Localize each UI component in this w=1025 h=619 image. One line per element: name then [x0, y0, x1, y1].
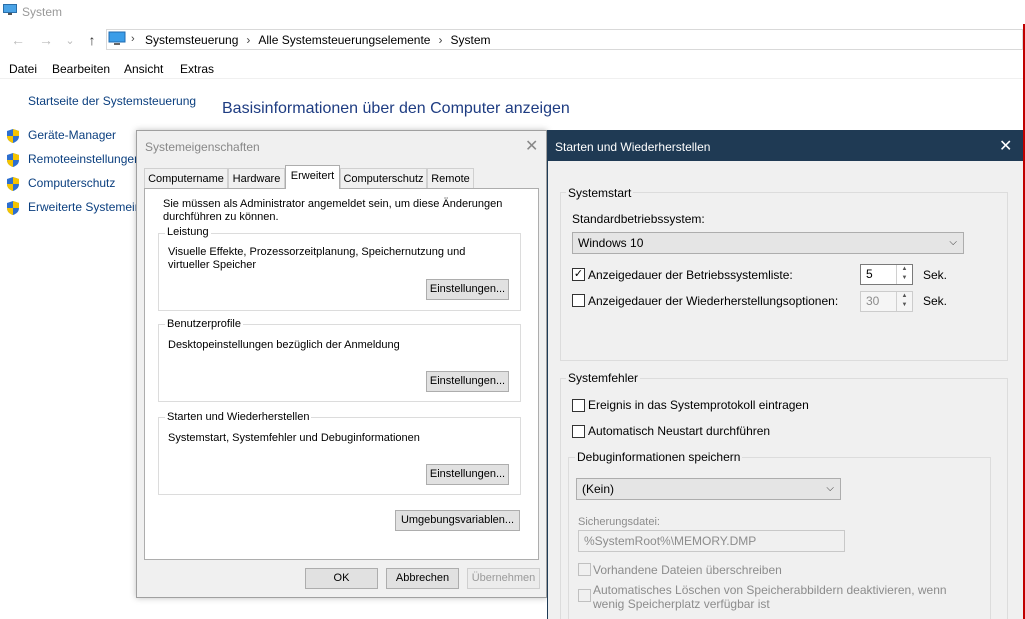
close-icon[interactable]: ✕: [999, 136, 1012, 156]
sidebar-item-label: Geräte-Manager: [28, 128, 117, 143]
dialog-title: Starten und Wiederherstellen: [555, 140, 711, 154]
group-text-starten-wiederherstellen: Systemstart, Systemfehler und Debuginfor…: [168, 432, 420, 444]
disable-autodelete-checkbox[interactable]: [578, 589, 591, 602]
default-os-label: Standardbetriebssystem:: [572, 212, 705, 226]
overwrite-checkbox[interactable]: [578, 563, 591, 576]
dumpfile-label: Sicherungsdatei:: [578, 516, 660, 528]
admin-note: Sie müssen als Administrator angemeldet …: [163, 198, 503, 223]
disable-autodelete-label: Automatisches Löschen von Speicherabbild…: [593, 583, 947, 611]
debug-type-value: (Kein): [582, 482, 615, 496]
up-button[interactable]: ↑: [82, 32, 102, 48]
breadcrumb-item-system[interactable]: System: [450, 33, 490, 47]
os-list-checkbox[interactable]: ✓: [572, 268, 585, 281]
menu-bearbeiten[interactable]: Bearbeiten: [52, 62, 110, 76]
spin-arrows-icon[interactable]: ▲ ▼: [896, 292, 912, 311]
uac-shield-icon: [7, 153, 19, 167]
tab-remote[interactable]: Remote: [427, 168, 474, 188]
menu-datei[interactable]: Datei: [9, 62, 37, 76]
benutzerprofile-settings-button[interactable]: Einstellungen...: [426, 371, 509, 392]
breadcrumb-item-systemsteuerung[interactable]: Systemsteuerung: [145, 33, 238, 47]
computer-icon: [3, 4, 17, 15]
environment-variables-button[interactable]: Umgebungsvariablen...: [395, 510, 520, 531]
back-button[interactable]: ←: [8, 32, 28, 48]
sidebar-item-label: Remoteeinstellungen: [28, 152, 141, 167]
title-bar: [0, 0, 1025, 24]
log-event-label: Ereignis in das Systemprotokoll eintrage…: [588, 398, 809, 412]
spin-arrows-icon[interactable]: ▲ ▼: [896, 265, 912, 284]
recovery-unit: Sek.: [923, 294, 948, 308]
menu-extras[interactable]: Extras: [180, 62, 214, 76]
default-os-value: Windows 10: [578, 236, 644, 250]
window-title: System: [22, 5, 63, 19]
sidebar-item-computerschutz[interactable]: Computerschutz: [5, 176, 115, 192]
sidebar-item-label: Computerschutz: [28, 176, 116, 191]
recovery-label: Anzeigedauer der Wiederherstellungsoptio…: [588, 294, 839, 308]
apply-button[interactable]: Übernehmen: [467, 568, 540, 589]
group-text-benutzerprofile: Desktopeinstellungen bezüglich der Anmel…: [168, 339, 400, 351]
uac-shield-icon: [7, 201, 19, 215]
auto-restart-label: Automatisch Neustart durchführen: [588, 424, 771, 438]
starten-settings-button[interactable]: Einstellungen...: [426, 464, 509, 485]
group-label-debuginfo: Debuginformationen speichern: [575, 450, 743, 464]
breadcrumb-chevron-icon: ›: [246, 33, 251, 47]
dialog-title: Systemeigenschaften: [145, 140, 260, 154]
group-label-starten-wiederherstellen: Starten und Wiederherstellen: [165, 411, 312, 423]
forward-button[interactable]: →: [36, 32, 56, 48]
cancel-button[interactable]: Abbrechen: [386, 568, 459, 589]
recovery-seconds-input[interactable]: 30 ▲ ▼: [860, 291, 913, 312]
chevron-down-icon: ⌵: [826, 483, 834, 494]
group-label-benutzerprofile: Benutzerprofile: [165, 318, 243, 330]
auto-restart-checkbox[interactable]: [572, 425, 585, 438]
control-panel-icon: [108, 31, 126, 45]
tab-hardware[interactable]: Hardware: [228, 168, 285, 188]
recovery-checkbox[interactable]: [572, 294, 585, 307]
overwrite-label: Vorhandene Dateien überschreiben: [593, 563, 782, 577]
breadcrumb: Systemsteuerung › Alle Systemsteuerungsele…: [145, 33, 491, 47]
os-list-seconds-value: 5: [866, 267, 873, 281]
tab-computerschutz[interactable]: Computerschutz: [340, 168, 427, 188]
tab-erweitert[interactable]: Erweitert: [285, 165, 340, 189]
chevron-down-icon: ⌵: [949, 237, 957, 248]
recovery-seconds-value: 30: [866, 294, 880, 308]
uac-shield-icon: [7, 177, 19, 191]
menu-ansicht[interactable]: Ansicht: [124, 62, 163, 76]
os-list-unit: Sek.: [923, 268, 948, 282]
dumpfile-input[interactable]: %SystemRoot%\MEMORY.DMP: [578, 530, 845, 552]
debug-type-select[interactable]: (Kein) ⌵: [576, 478, 841, 500]
breadcrumb-item-alle-elemente[interactable]: Alle Systemsteuerungselemente: [258, 33, 430, 47]
log-event-checkbox[interactable]: [572, 399, 585, 412]
group-label-systemfehler: Systemfehler: [566, 371, 641, 385]
ok-button[interactable]: OK: [305, 568, 378, 589]
group-label-leistung: Leistung: [165, 226, 211, 238]
os-list-label: Anzeigedauer der Betriebssystemliste:: [588, 268, 793, 282]
control-panel-home-link[interactable]: Startseite der Systemsteuerung: [28, 94, 196, 108]
uac-shield-icon: [7, 129, 19, 143]
group-label-systemstart: Systemstart: [566, 186, 634, 200]
close-icon[interactable]: ✕: [525, 136, 538, 156]
tab-computername[interactable]: Computername: [144, 168, 228, 188]
leistung-settings-button[interactable]: Einstellungen...: [426, 279, 509, 300]
recent-locations-button[interactable]: ⌄: [60, 34, 80, 47]
sidebar-item-remoteeinstellungen[interactable]: Remoteeinstellungen: [5, 152, 141, 168]
default-os-select[interactable]: Windows 10 ⌵: [572, 232, 964, 254]
breadcrumb-chevron-icon: ›: [131, 33, 135, 45]
group-text-leistung: Visuelle Effekte, Prozessorzeitplanung, …: [168, 246, 466, 271]
checkmark-icon: ✓: [573, 268, 584, 280]
os-list-seconds-input[interactable]: 5 ▲ ▼: [860, 264, 913, 285]
breadcrumb-chevron-icon: ›: [438, 33, 443, 47]
page-title: Basisinformationen über den Computer anz…: [222, 100, 570, 117]
sidebar-item-geraete-manager[interactable]: Geräte-Manager: [5, 128, 116, 144]
